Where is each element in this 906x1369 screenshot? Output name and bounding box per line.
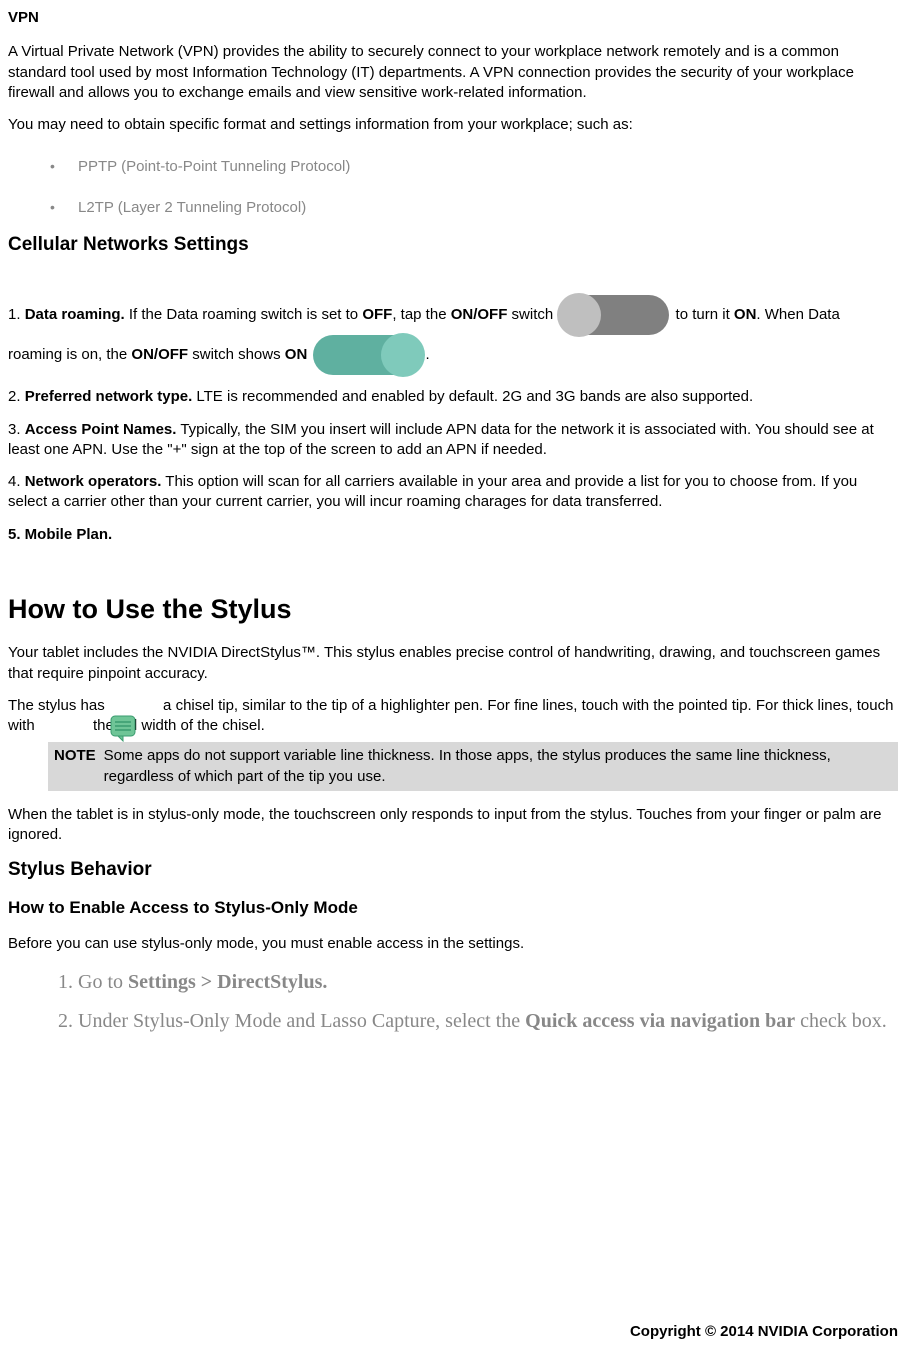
- vpn-protocol-list: PPTP (Point-to-Point Tunneling Protocol)…: [8, 147, 898, 228]
- heading-stylus: How to Use the Stylus: [8, 591, 898, 627]
- list-item: L2TP (Layer 2 Tunneling Protocol): [8, 188, 898, 228]
- cellular-item-5: 5. Mobile Plan.: [8, 525, 898, 545]
- stylus-paragraph-3: When the tablet is in stylus-only mode, …: [8, 805, 898, 846]
- cellular-item-1: 1. Data roaming. If the Data roaming swi…: [8, 295, 898, 375]
- text: 1.: [8, 306, 25, 323]
- heading-vpn: VPN: [8, 8, 898, 28]
- heading-cellular: Cellular Networks Settings: [8, 232, 898, 258]
- toggle-on-icon: [313, 335, 423, 375]
- list-item: Under Stylus-Only Mode and Lasso Capture…: [78, 1007, 898, 1036]
- chisel-tip-icon: [108, 714, 138, 742]
- toggle-off-icon: [559, 295, 669, 335]
- note-box: NOTE Some apps do not support variable l…: [48, 742, 898, 791]
- cellular-item-2: 2. Preferred network type. LTE is recomm…: [8, 387, 898, 407]
- note-text: Some apps do not support variable line t…: [104, 746, 892, 787]
- vpn-paragraph-2: You may need to obtain specific format a…: [8, 115, 898, 135]
- note-label: NOTE: [54, 746, 96, 787]
- stylus-paragraph-2: The stylus has a chisel tip, similar to …: [8, 696, 898, 737]
- list-item: PPTP (Point-to-Point Tunneling Protocol): [8, 147, 898, 187]
- heading-enable-access: How to Enable Access to Stylus-Only Mode: [8, 897, 898, 920]
- heading-behavior: Stylus Behavior: [8, 857, 898, 883]
- steps-list: Go to Settings > DirectStylus. Under Sty…: [8, 968, 898, 1036]
- copyright-footer: Copyright © 2014 NVIDIA Corporation: [630, 1322, 898, 1342]
- list-item: Go to Settings > DirectStylus.: [78, 968, 898, 997]
- cellular-item-3: 3. Access Point Names. Typically, the SI…: [8, 420, 898, 461]
- behavior-intro: Before you can use stylus-only mode, you…: [8, 934, 898, 954]
- vpn-paragraph-1: A Virtual Private Network (VPN) provides…: [8, 42, 898, 103]
- cellular-item-4: 4. Network operators. This option will s…: [8, 472, 898, 513]
- stylus-paragraph-1: Your tablet includes the NVIDIA DirectSt…: [8, 643, 898, 684]
